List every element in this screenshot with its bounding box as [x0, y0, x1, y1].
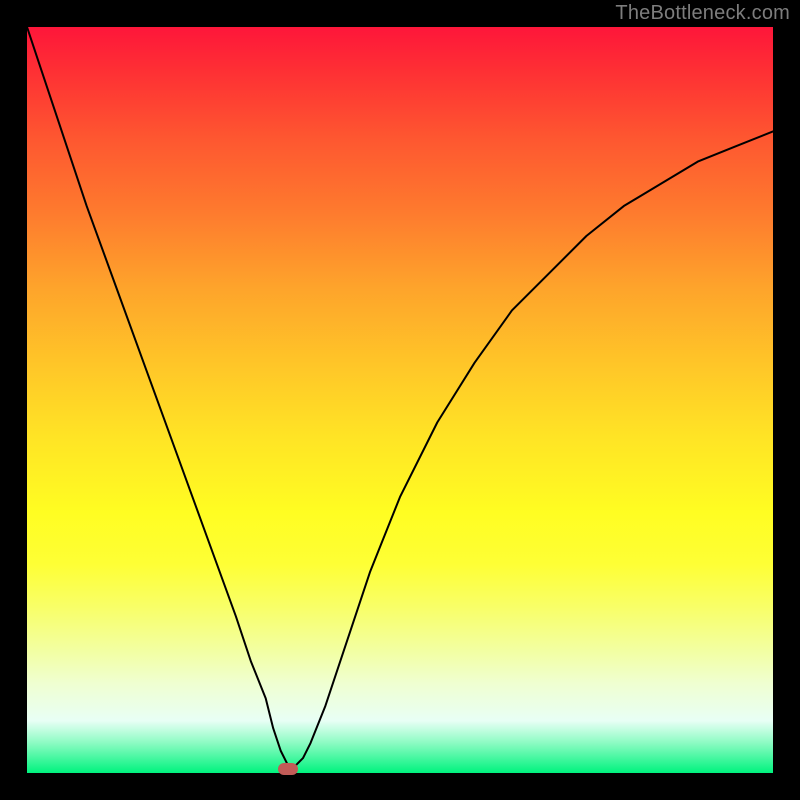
chart-frame: TheBottleneck.com — [0, 0, 800, 800]
optimal-marker — [278, 763, 298, 775]
bottleneck-curve — [27, 27, 773, 773]
plot-area — [27, 27, 773, 773]
attribution-text: TheBottleneck.com — [615, 2, 790, 25]
